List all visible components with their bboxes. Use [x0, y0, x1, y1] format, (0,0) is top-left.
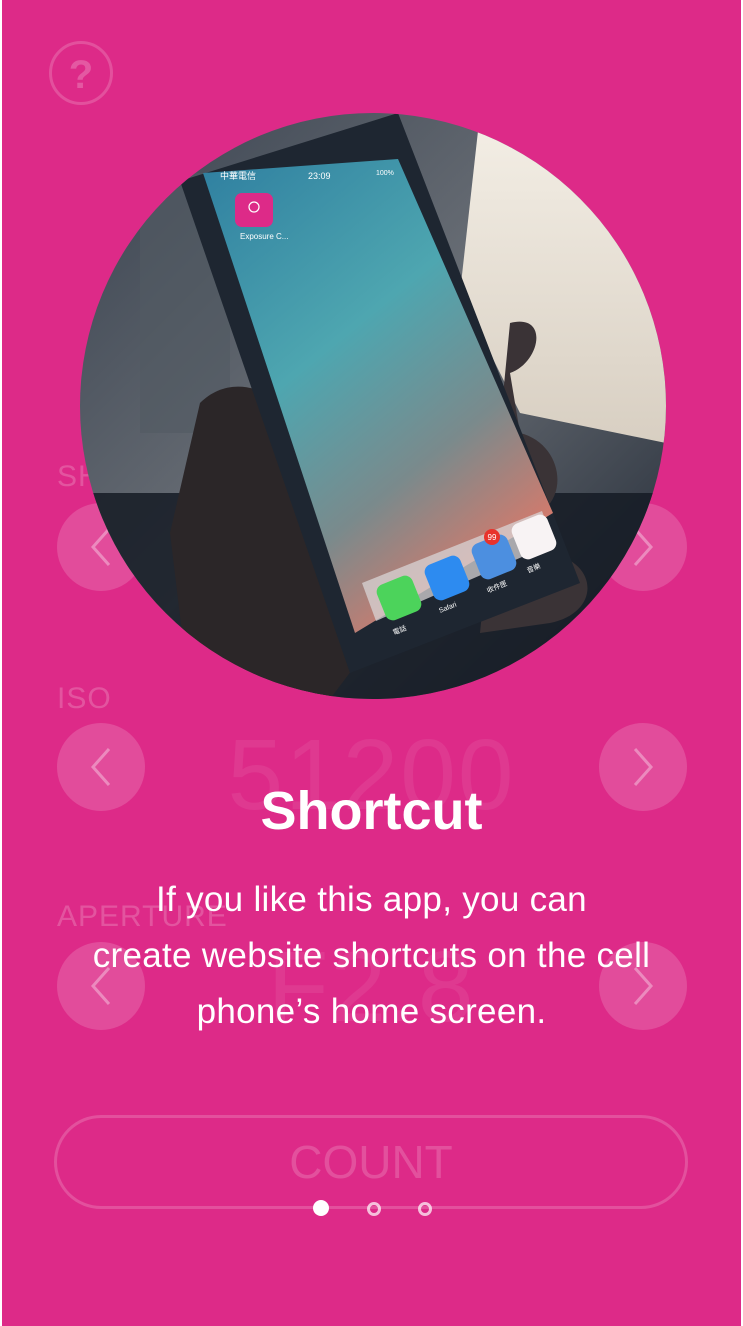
- phone-in-hand-illustration: 中華電信 23:09 100% Exposure C... 99 電話 Safa…: [80, 113, 666, 699]
- hero-image: 中華電信 23:09 100% Exposure C... 99 電話 Safa…: [80, 113, 666, 699]
- app-shortcut-label: Exposure C...: [240, 232, 288, 241]
- page-indicator: [313, 1200, 438, 1218]
- app-shortcut-icon: [235, 193, 273, 227]
- iso-label: ISO: [57, 682, 112, 715]
- description-line: create website shortcuts on the cell: [92, 936, 651, 975]
- help-button[interactable]: ?: [49, 41, 113, 105]
- status-carrier: 中華電信: [220, 170, 256, 182]
- count-button[interactable]: COUNT: [54, 1115, 688, 1209]
- page-dot-1[interactable]: [313, 1200, 329, 1216]
- status-time: 23:09: [308, 171, 331, 181]
- page-dot-2[interactable]: [367, 1202, 381, 1216]
- description-line: If you like this app, you can: [156, 880, 587, 919]
- question-icon: ?: [69, 53, 93, 97]
- status-battery: 100%: [376, 170, 394, 177]
- onboarding-title: Shortcut: [260, 781, 483, 841]
- onboarding-screen: ? SH ISO 51200 APERTURE F2.8 COUNT 中華電信 …: [2, 0, 741, 1326]
- onboarding-description: If you like this app, you can create web…: [62, 872, 681, 1040]
- svg-text:?: ?: [69, 53, 93, 97]
- description-line: phone’s home screen.: [196, 992, 547, 1031]
- page-dot-3[interactable]: [418, 1202, 432, 1216]
- notification-badge-count: 99: [488, 533, 497, 542]
